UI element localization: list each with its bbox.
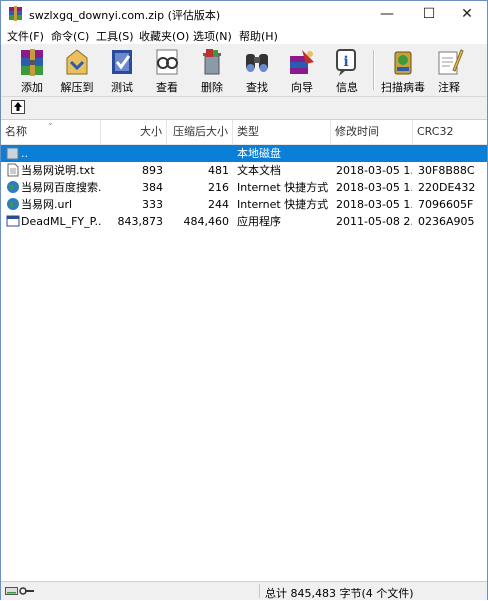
status-summary: 总计 845,483 字节(4 个文件) <box>265 587 414 600</box>
find-label: 查找 <box>246 81 268 94</box>
menu-favorites[interactable]: 收藏夹(O) <box>139 28 189 44</box>
find-button[interactable]: 查找 <box>235 46 279 94</box>
application-icon <box>6 215 20 227</box>
column-name-label: 名称 <box>5 125 27 138</box>
minimize-button[interactable]: — <box>367 1 407 27</box>
text-file-icon <box>7 163 19 177</box>
row-type: 本地磁盘 <box>237 147 281 160</box>
virus-scan-label: 扫描病毒 <box>381 81 425 94</box>
row-packed: 244 <box>208 198 229 211</box>
internet-shortcut-icon <box>7 198 19 210</box>
row-type: Internet 快捷方式 <box>237 198 329 211</box>
test-button[interactable]: 测试 <box>100 46 144 94</box>
add-icon <box>21 49 43 76</box>
menu-options[interactable]: 选项(N) <box>193 28 232 44</box>
toolbar-separator <box>373 50 375 90</box>
row-size: 843,873 <box>117 215 164 228</box>
row-name: 当易网百度搜索... <box>21 181 101 194</box>
row-name: 当易网说明.txt <box>21 164 95 177</box>
column-crc[interactable]: CRC32 <box>413 120 487 144</box>
view-button[interactable]: 查看 <box>145 46 189 94</box>
row-type: Internet 快捷方式 <box>237 181 329 194</box>
status-bar: 总计 845,483 字节(4 个文件) <box>1 581 487 600</box>
menu-help[interactable]: 帮助(H) <box>239 28 278 44</box>
address-bar <box>1 96 487 119</box>
menu-tools[interactable]: 工具(S) <box>96 28 134 44</box>
drive-key-icon[interactable] <box>5 586 35 596</box>
list-item-parent[interactable]: .. 本地磁盘 <box>1 145 487 162</box>
comment-label: 注释 <box>438 81 460 94</box>
up-folder-icon[interactable] <box>11 100 25 114</box>
row-name: .. <box>21 147 28 160</box>
row-packed: 484,460 <box>183 215 230 228</box>
column-header: ⌄ 名称 大小 压缩后大小 类型 修改时间 CRC32 <box>1 120 487 145</box>
column-name[interactable]: ⌄ 名称 <box>1 120 101 144</box>
add-label: 添加 <box>21 81 43 94</box>
column-size[interactable]: 大小 <box>101 120 167 144</box>
list-item[interactable]: 当易网百度搜索... 384 216 Internet 快捷方式 2018-03… <box>1 179 487 196</box>
file-list: ⌄ 名称 大小 压缩后大小 类型 修改时间 CRC32 .. 本地磁盘 当易网说… <box>1 119 487 582</box>
virus-scan-button[interactable]: 扫描病毒 <box>379 46 427 94</box>
extract-icon <box>66 49 88 75</box>
row-size: 333 <box>142 198 163 211</box>
column-type[interactable]: 类型 <box>233 120 331 144</box>
svg-text:i: i <box>343 54 348 70</box>
folder-up-icon <box>6 147 19 160</box>
list-item[interactable]: DeadML_FY_P... 843,873 484,460 应用程序 2011… <box>1 213 487 230</box>
view-label: 查看 <box>156 81 178 94</box>
find-icon <box>246 54 268 72</box>
virus-scan-icon <box>394 51 412 75</box>
winrar-window: swzlxgq_downyi.com.zip (评估版本) — ☐ ✕ 文件(F… <box>0 0 488 600</box>
list-item[interactable]: 当易网.url 333 244 Internet 快捷方式 2018-03-05… <box>1 196 487 213</box>
row-modified: 2018-03-05 1... <box>336 198 412 211</box>
test-label: 测试 <box>111 81 133 94</box>
menu-file[interactable]: 文件(F) <box>7 28 44 44</box>
row-modified: 2011-05-08 2... <box>336 215 412 228</box>
row-name: DeadML_FY_P... <box>21 215 101 228</box>
extract-button[interactable]: 解压到 <box>55 46 99 94</box>
column-modified[interactable]: 修改时间 <box>331 120 413 144</box>
menu-commands[interactable]: 命令(C) <box>51 28 89 44</box>
status-divider <box>259 584 260 598</box>
toolbar: 添加 解压到 测试 查看 删除 查找 向导 i 信息 扫描病毒 注释 <box>1 44 487 96</box>
row-packed: 216 <box>208 181 229 194</box>
extract-label: 解压到 <box>60 81 94 94</box>
title-bar: swzlxgq_downyi.com.zip (评估版本) — ☐ ✕ <box>1 1 487 27</box>
wizard-button[interactable]: 向导 <box>280 46 324 94</box>
test-icon <box>112 50 132 74</box>
maximize-button[interactable]: ☐ <box>409 1 449 27</box>
info-icon: i <box>336 49 356 76</box>
row-size: 893 <box>142 164 163 177</box>
row-modified: 2018-03-05 1... <box>336 164 412 177</box>
menu-bar: 文件(F) 命令(C) 工具(S) 收藏夹(O) 选项(N) 帮助(H) <box>1 27 487 44</box>
row-name: 当易网.url <box>21 198 73 211</box>
row-modified: 2018-03-05 1... <box>336 181 412 194</box>
internet-shortcut-icon <box>7 181 19 193</box>
view-icon <box>156 49 178 75</box>
comment-icon <box>438 49 464 75</box>
add-button[interactable]: 添加 <box>10 46 54 94</box>
delete-icon <box>203 49 221 75</box>
wizard-label: 向导 <box>291 81 313 94</box>
info-button[interactable]: i 信息 <box>325 46 369 94</box>
delete-button[interactable]: 删除 <box>190 46 234 94</box>
row-packed: 481 <box>208 164 229 177</box>
comment-button[interactable]: 注释 <box>427 46 471 94</box>
row-crc: 0236A905 <box>418 215 475 228</box>
column-packed[interactable]: 压缩后大小 <box>167 120 233 144</box>
info-label: 信息 <box>336 81 358 94</box>
list-item[interactable]: 当易网说明.txt 893 481 文本文档 2018-03-05 1... 3… <box>1 162 487 179</box>
row-crc: 7096605F <box>418 198 474 211</box>
winrar-app-icon <box>9 6 22 21</box>
close-button[interactable]: ✕ <box>447 1 487 27</box>
row-type: 应用程序 <box>237 215 281 228</box>
wizard-icon <box>290 50 314 74</box>
sort-indicator-icon: ⌄ <box>47 120 54 127</box>
row-type: 文本文档 <box>237 164 281 177</box>
row-crc: 220DE432 <box>418 181 476 194</box>
window-title: swzlxgq_downyi.com.zip (评估版本) <box>29 9 221 22</box>
row-crc: 30F8B88C <box>418 164 475 177</box>
row-size: 384 <box>142 181 163 194</box>
delete-label: 删除 <box>201 81 223 94</box>
